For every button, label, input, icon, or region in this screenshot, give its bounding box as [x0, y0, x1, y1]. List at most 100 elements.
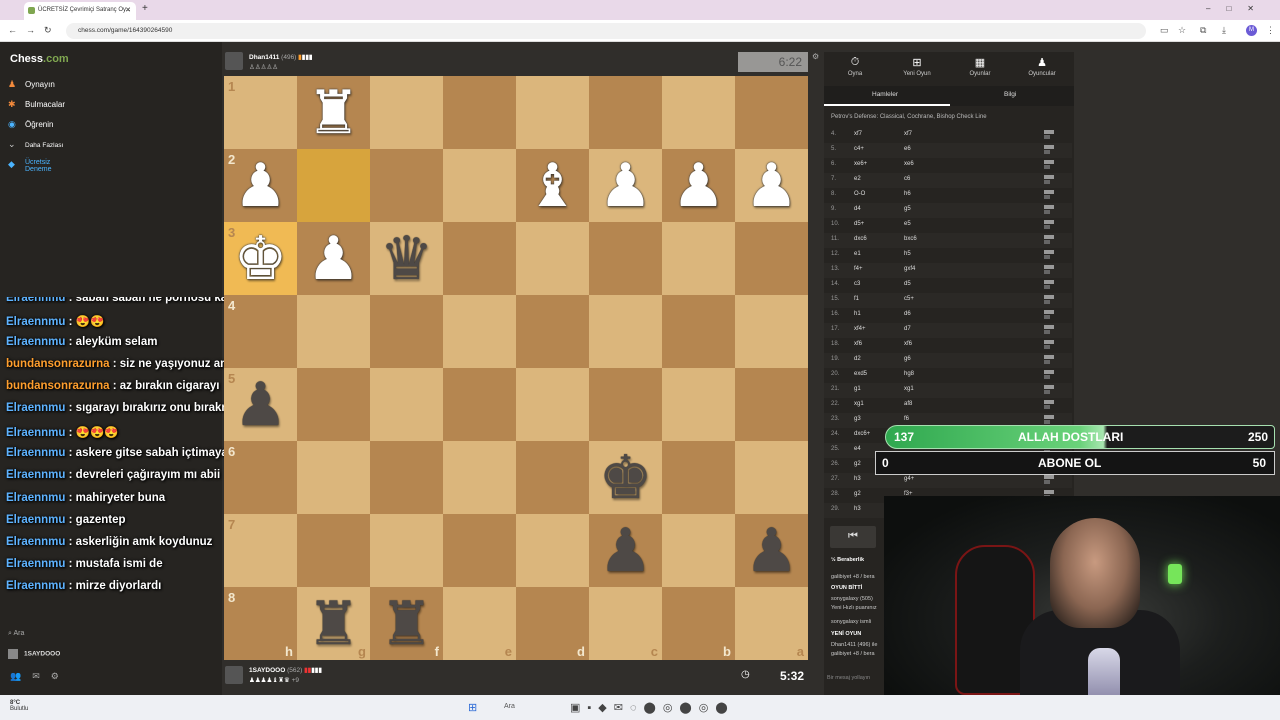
- board-square[interactable]: f ♜: [370, 587, 443, 660]
- black-move[interactable]: c5+: [904, 296, 914, 302]
- chess-board[interactable]: 1 ♜ 2 ♟ ♝ ♟ ♟ ♟ 3 ♚ ♟ ♛ 4 5 ♟ 6 ♚ 7 ♟ ♟ 8 h g ♜ f ♜ e d c b a: [224, 76, 808, 660]
- extensions-icon[interactable]: ⧉: [1200, 25, 1206, 36]
- taskbar-apps[interactable]: ⊞: [468, 701, 483, 714]
- downloads-icon[interactable]: ⤓: [1222, 25, 1226, 36]
- board-square[interactable]: [370, 441, 443, 514]
- white-move[interactable]: c3: [854, 281, 860, 287]
- board-square[interactable]: c: [589, 587, 662, 660]
- board-square[interactable]: [297, 149, 370, 222]
- board-square[interactable]: 4: [224, 295, 297, 368]
- board-square[interactable]: ♟: [297, 222, 370, 295]
- board-square[interactable]: [443, 441, 516, 514]
- board-square[interactable]: [735, 76, 808, 149]
- board-square[interactable]: ♟: [735, 149, 808, 222]
- board-square[interactable]: [443, 76, 516, 149]
- black-move[interactable]: g5: [904, 206, 911, 212]
- board-square[interactable]: ♟: [735, 514, 808, 587]
- black-move[interactable]: xf6: [904, 341, 912, 347]
- white-move[interactable]: g3: [854, 416, 861, 422]
- black-piece[interactable]: ♛: [380, 229, 434, 289]
- white-move[interactable]: h1: [854, 311, 861, 317]
- chat-username[interactable]: bundansonrazurna: [6, 380, 110, 392]
- board-square[interactable]: 1: [224, 76, 297, 149]
- board-square[interactable]: ♛: [370, 222, 443, 295]
- white-move[interactable]: xf7: [854, 131, 862, 137]
- chat-username[interactable]: Elraennmu: [6, 514, 65, 526]
- chess-logo[interactable]: Chess.com: [10, 53, 69, 65]
- white-piece[interactable]: ♟: [672, 156, 726, 216]
- board-square[interactable]: [516, 222, 589, 295]
- player-avatar[interactable]: [225, 666, 243, 684]
- white-piece[interactable]: ♜: [307, 83, 361, 143]
- board-square[interactable]: [662, 295, 735, 368]
- white-move[interactable]: d2: [854, 356, 861, 362]
- board-settings-icon[interactable]: ⚙: [812, 52, 819, 61]
- window-controls[interactable]: –□✕: [1206, 4, 1270, 13]
- sidebar-search[interactable]: ⌕ Ara: [8, 630, 24, 638]
- black-move[interactable]: af8: [904, 401, 912, 407]
- white-piece[interactable]: ♝: [526, 156, 580, 216]
- black-piece[interactable]: ♟: [599, 521, 653, 581]
- sidebar-item-puzzles[interactable]: ✱ Bulmacalar: [8, 99, 65, 110]
- black-piece[interactable]: ♜: [307, 594, 361, 654]
- board-square[interactable]: [589, 222, 662, 295]
- reload-icon[interactable]: ↻: [44, 25, 52, 36]
- browser-tab[interactable]: ÜCRETSİZ Çevrimiçi Satranç Oy... ✕: [24, 2, 136, 20]
- board-square[interactable]: [443, 222, 516, 295]
- board-square[interactable]: g ♜: [297, 587, 370, 660]
- board-square[interactable]: [516, 441, 589, 514]
- black-move[interactable]: d6: [904, 311, 911, 317]
- black-move[interactable]: gxf4: [904, 266, 915, 272]
- board-square[interactable]: [516, 295, 589, 368]
- board-square[interactable]: [443, 514, 516, 587]
- black-move[interactable]: d7: [904, 326, 911, 332]
- white-move[interactable]: f4+: [854, 266, 863, 272]
- board-square[interactable]: [589, 368, 662, 441]
- bookmark-icon[interactable]: ☆: [1178, 25, 1186, 36]
- new-tab-icon[interactable]: +: [142, 3, 148, 14]
- chat-username[interactable]: Elraennmu: [6, 447, 65, 459]
- white-move[interactable]: exd5: [854, 371, 867, 377]
- board-square[interactable]: d: [516, 587, 589, 660]
- board-square[interactable]: [735, 441, 808, 514]
- sidebar-bottom-icons[interactable]: 👥✉⚙: [10, 671, 70, 682]
- board-square[interactable]: ♝: [516, 149, 589, 222]
- board-square[interactable]: [370, 76, 443, 149]
- board-square[interactable]: [662, 514, 735, 587]
- board-square[interactable]: 6: [224, 441, 297, 514]
- black-piece[interactable]: ♚: [599, 448, 653, 508]
- chat-message-input[interactable]: Bir mesaj yollayın: [827, 675, 870, 681]
- black-move[interactable]: bxc6: [904, 236, 917, 242]
- board-square[interactable]: 2 ♟: [224, 149, 297, 222]
- white-move[interactable]: e4: [854, 446, 861, 452]
- black-move[interactable]: g4+: [904, 476, 914, 482]
- tab-moves[interactable]: Hamleler: [872, 91, 898, 98]
- board-square[interactable]: [297, 295, 370, 368]
- sidebar-item-learn[interactable]: ◉ Öğrenin: [8, 119, 53, 130]
- white-move[interactable]: e2: [854, 176, 861, 182]
- sidebar-item-play[interactable]: ♟ Oynayın: [8, 79, 55, 90]
- board-square[interactable]: ♟: [662, 149, 735, 222]
- board-square[interactable]: ♚: [589, 441, 662, 514]
- black-move[interactable]: xg1: [904, 386, 914, 392]
- sidebar-item-free-trial[interactable]: ◆ Ücretsiz Deneme: [8, 159, 78, 173]
- chat-username[interactable]: Elraennmu: [6, 558, 65, 570]
- white-move[interactable]: xf4+: [854, 326, 866, 332]
- black-move[interactable]: hg8: [904, 371, 914, 377]
- board-square[interactable]: [662, 441, 735, 514]
- white-piece[interactable]: ♟: [307, 229, 361, 289]
- white-piece[interactable]: ♟: [599, 156, 653, 216]
- white-move[interactable]: dxc6+: [854, 431, 870, 437]
- board-square[interactable]: [297, 514, 370, 587]
- tab-players[interactable]: ♟ Oyuncular: [1011, 56, 1073, 77]
- black-piece[interactable]: ♜: [380, 594, 434, 654]
- board-square[interactable]: a: [735, 587, 808, 660]
- board-square[interactable]: 5 ♟: [224, 368, 297, 441]
- chat-username[interactable]: Elraennmu: [6, 402, 65, 414]
- white-move[interactable]: xf6: [854, 341, 862, 347]
- black-piece[interactable]: ♟: [745, 521, 799, 581]
- draw-button[interactable]: ½ Beraberlik: [831, 557, 864, 563]
- board-square[interactable]: e: [443, 587, 516, 660]
- board-square[interactable]: [297, 368, 370, 441]
- white-move[interactable]: O-O: [854, 191, 865, 197]
